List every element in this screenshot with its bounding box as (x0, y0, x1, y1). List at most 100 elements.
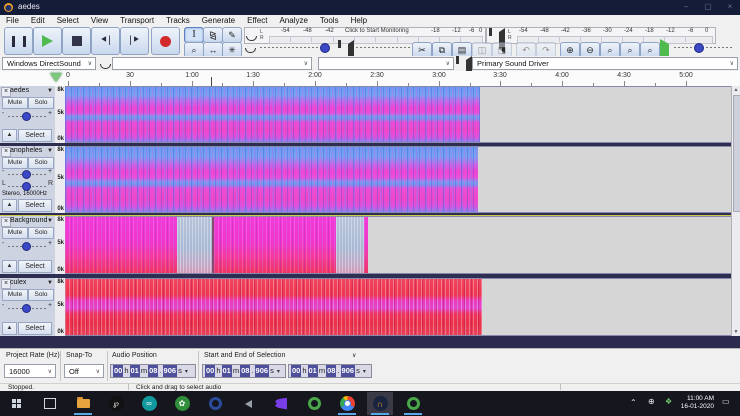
background-clip-segment[interactable] (364, 217, 368, 273)
chevron-down-icon[interactable]: ▾ (277, 368, 280, 375)
file-explorer-button[interactable] (70, 392, 96, 415)
track-title[interactable]: anopheles (10, 147, 42, 154)
selection-tool-button[interactable]: I (184, 27, 204, 43)
background-quiet-segment[interactable] (336, 217, 364, 273)
select-button[interactable]: Select (18, 129, 52, 142)
select-button[interactable]: Select (18, 199, 52, 212)
network-globe-icon[interactable]: ⊕ (648, 397, 655, 406)
gain-thumb[interactable] (22, 304, 31, 313)
taskbar-app-speaker[interactable] (235, 392, 261, 415)
track-title[interactable]: aedes (10, 87, 29, 94)
chevron-down-icon[interactable]: ▾ (185, 368, 188, 375)
time-digits[interactable]: 906 (163, 365, 178, 377)
gain-thumb[interactable] (22, 170, 31, 179)
chevron-down-icon[interactable]: ▾ (363, 368, 366, 375)
time-digits[interactable]: 01 (222, 365, 232, 377)
pause-button[interactable] (4, 27, 33, 55)
time-digits[interactable]: 906 (255, 365, 270, 377)
taskbar-app-arduino[interactable]: ∞ (136, 392, 162, 415)
track-culex-waveform-area[interactable] (65, 278, 731, 336)
track-aedes-waveform-area[interactable] (65, 86, 731, 143)
time-digits[interactable]: 00 (205, 365, 215, 377)
mute-button[interactable]: Mute (2, 289, 28, 301)
menu-analyze[interactable]: Analyze (273, 16, 313, 25)
close-button[interactable]: × (720, 0, 740, 14)
play-speed-slider[interactable] (674, 47, 734, 48)
solo-button[interactable]: Solo (28, 97, 54, 109)
scroll-up-icon[interactable]: ▲ (732, 86, 740, 94)
background-quiet-segment[interactable] (177, 217, 212, 273)
time-digits[interactable]: 00 (113, 365, 123, 377)
menu-tracks[interactable]: Tracks (160, 16, 196, 25)
menu-view[interactable]: View (85, 16, 114, 25)
select-button[interactable]: Select (18, 322, 52, 335)
horizontal-scrollbar[interactable] (0, 336, 740, 348)
background-clip-segment[interactable] (65, 217, 177, 273)
taskbar-app-green-ring-1[interactable] (301, 392, 327, 415)
mute-button[interactable]: Mute (2, 157, 28, 169)
taskbar-app-chrome[interactable] (334, 392, 360, 415)
time-digits[interactable]: 906 (341, 365, 356, 377)
mute-button[interactable]: Mute (2, 227, 28, 239)
taskbar-app-blue-ring[interactable] (202, 392, 228, 415)
menu-transport[interactable]: Transport (114, 16, 160, 25)
collapse-button[interactable]: ▲ (2, 322, 17, 335)
taskbar-app-green-ring-2[interactable] (400, 392, 426, 415)
menu-select[interactable]: Select (51, 16, 85, 25)
menu-generate[interactable]: Generate (196, 16, 241, 25)
selection-mode-chevron-icon[interactable]: ∨ (352, 352, 356, 359)
menu-help[interactable]: Help (345, 16, 373, 25)
menu-effect[interactable]: Effect (241, 16, 273, 25)
minimize-button[interactable]: – (676, 0, 696, 14)
taskbar-clock[interactable]: 11:00 AM 16-01-2020 (680, 395, 714, 411)
menu-file[interactable]: File (0, 16, 25, 25)
timeline-ruler[interactable]: 0 30 1:00 1:30 2:00 2:30 3:00 3:30 4:00 … (0, 71, 740, 87)
track-anopheles-spectrogram-clip[interactable] (65, 147, 478, 212)
time-digits[interactable]: 08 (240, 365, 250, 377)
record-button[interactable] (151, 27, 180, 55)
recording-volume-thumb[interactable] (320, 43, 330, 53)
time-digits[interactable]: 08 (326, 365, 336, 377)
skip-to-end-button[interactable]: |⯈ (120, 27, 149, 55)
track-menu-icon[interactable]: ▼ (47, 88, 53, 94)
collapse-button[interactable]: ▲ (2, 260, 17, 273)
selection-start-field[interactable]: 00 h 01 m 08 . 906 s ▾ (202, 364, 286, 378)
snap-to-select[interactable]: Off∨ (64, 364, 104, 378)
skip-to-start-button[interactable]: ⯇| (91, 27, 120, 55)
audio-position-field[interactable]: 00 h 01 m 08 . 906 s ▾ (110, 364, 196, 378)
recording-channels-select[interactable]: ∨ (318, 57, 454, 70)
solo-button[interactable]: Solo (28, 227, 54, 239)
vertical-scrollbar[interactable]: ▲ ▼ (731, 86, 740, 336)
track-menu-icon[interactable]: ▼ (47, 148, 53, 154)
track-culex-spectrogram-clip[interactable] (65, 279, 482, 335)
taskbar-app-green-badge[interactable]: ✿ (169, 392, 195, 415)
envelope-tool-button[interactable]: ⧎ (203, 27, 223, 43)
menu-edit[interactable]: Edit (25, 16, 51, 25)
maximize-button[interactable]: ▢ (698, 0, 718, 14)
project-rate-select[interactable]: 16000∨ (4, 364, 56, 378)
play-button[interactable] (33, 27, 62, 55)
gain-thumb[interactable] (22, 112, 31, 121)
stop-button[interactable] (62, 27, 91, 55)
recording-device-select[interactable]: ∨ (112, 57, 312, 70)
vertical-scroll-thumb[interactable] (733, 95, 740, 212)
collapse-button[interactable]: ▲ (2, 199, 17, 212)
pinned-playhead-icon[interactable] (50, 73, 62, 82)
gain-thumb[interactable] (22, 242, 31, 251)
time-digits[interactable]: 01 (308, 365, 318, 377)
time-digits[interactable]: 01 (130, 365, 140, 377)
mute-button[interactable]: Mute (2, 97, 28, 109)
monitoring-hint[interactable]: Click to Start Monitoring (345, 28, 409, 34)
scroll-down-icon[interactable]: ▼ (732, 328, 740, 336)
solo-button[interactable]: Solo (28, 289, 54, 301)
taskbar-app-p3[interactable]: ℘ (103, 392, 129, 415)
collapse-button[interactable]: ▲ (2, 129, 17, 142)
taskbar-app-visual-studio[interactable] (268, 392, 294, 415)
time-digits[interactable]: 00 (291, 365, 301, 377)
taskbar-app-audacity-active[interactable]: ∩ (367, 392, 393, 415)
selection-end-field[interactable]: 00 h 01 m 08 . 906 s ▾ (288, 364, 372, 378)
draw-tool-button[interactable]: ✎ (222, 27, 242, 43)
track-aedes-spectrogram-clip[interactable] (65, 87, 480, 142)
track-background-waveform-area[interactable] (65, 216, 731, 274)
select-button[interactable]: Select (18, 260, 52, 273)
